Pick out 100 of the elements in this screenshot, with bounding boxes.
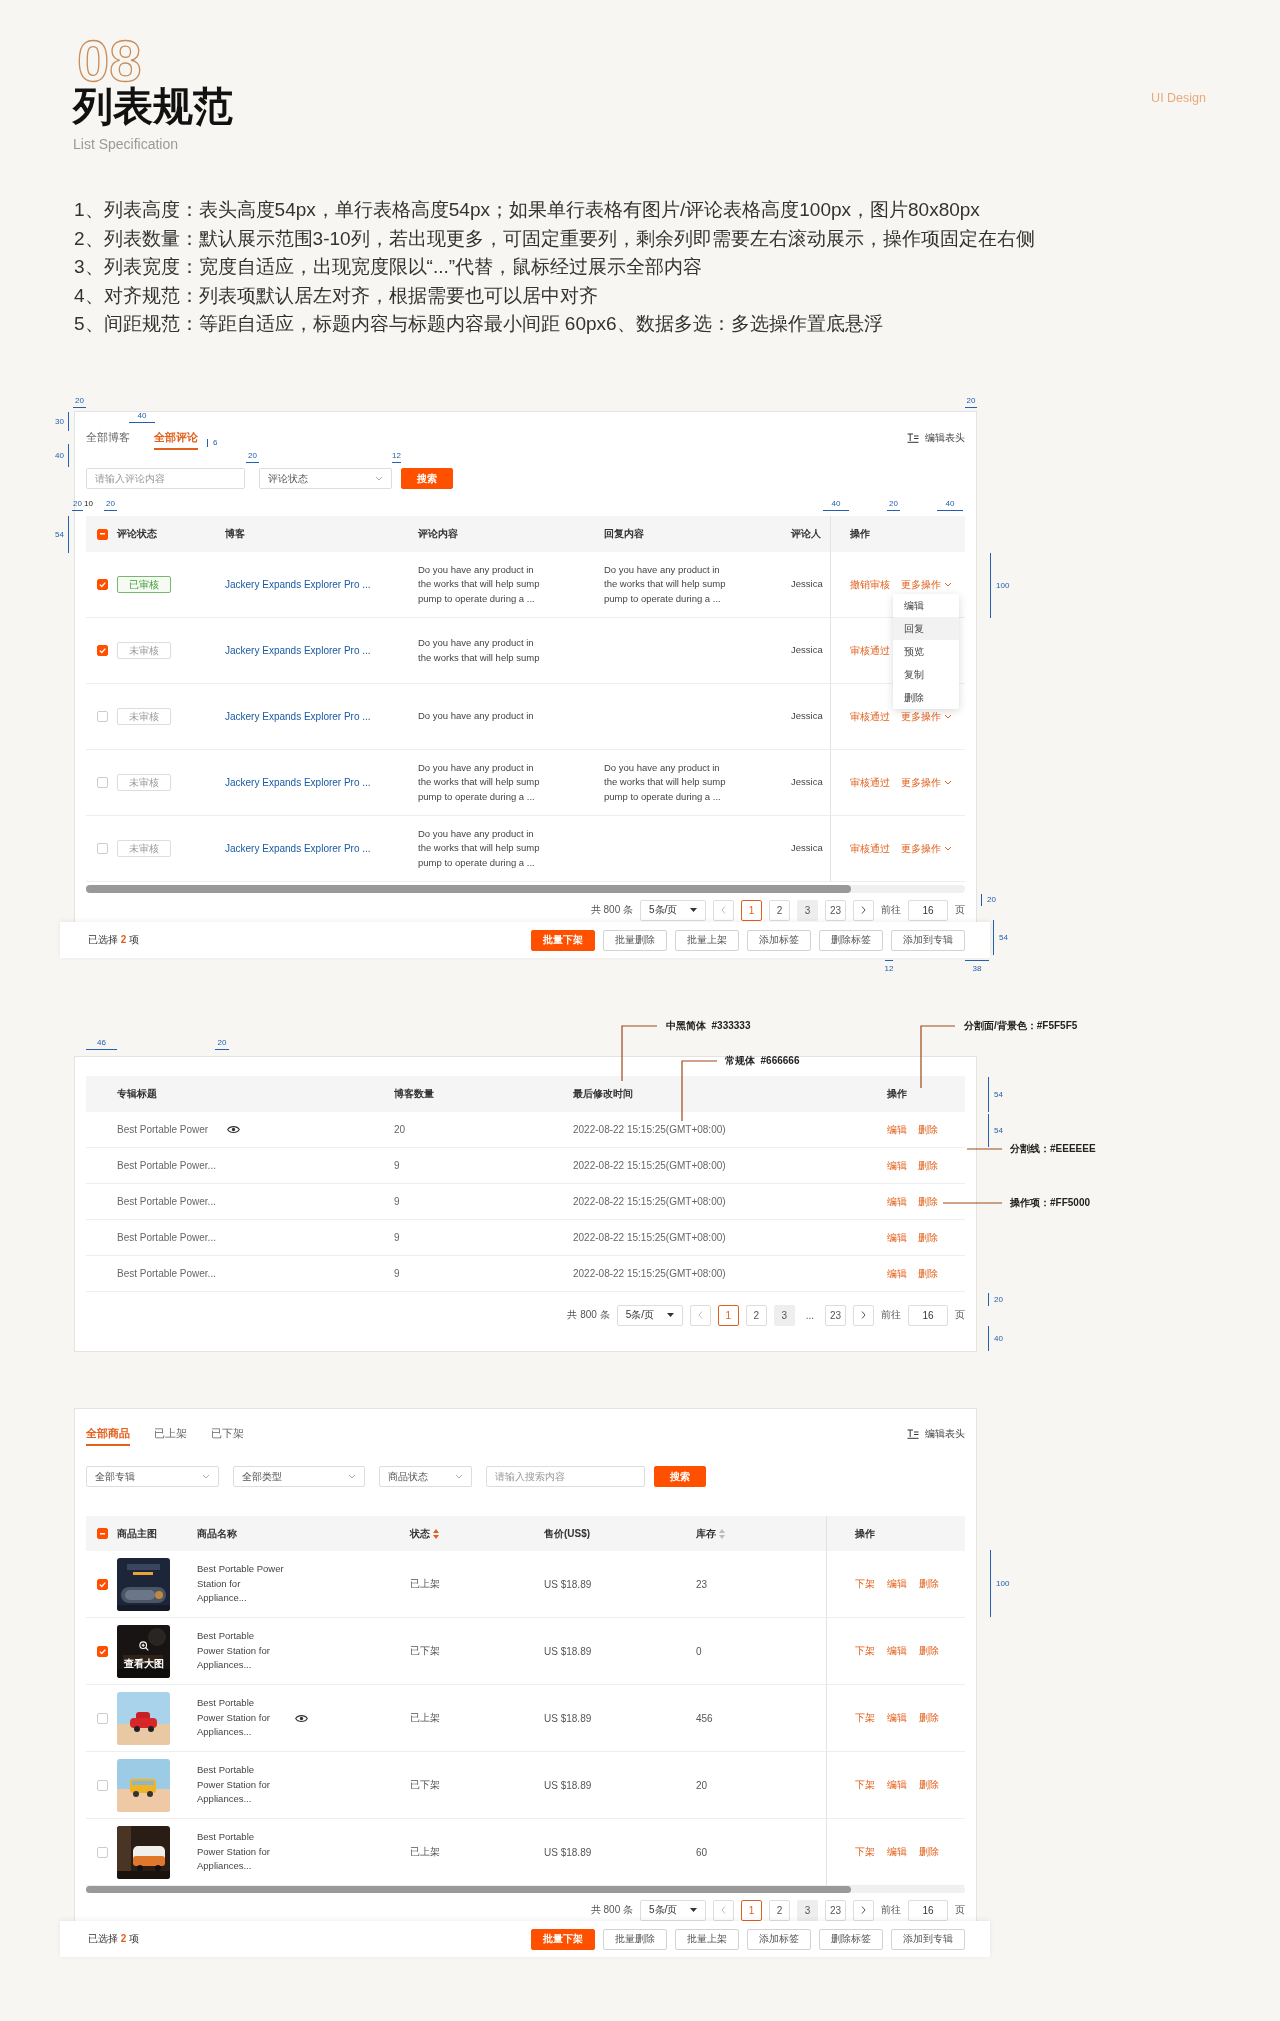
page-button[interactable]: 2: [769, 1899, 790, 1921]
action-link[interactable]: 撤销审核: [850, 577, 890, 592]
menu-item[interactable]: 回复: [893, 617, 959, 640]
search-field[interactable]: 请输入评论内容: [86, 468, 245, 489]
bulk-action-button[interactable]: 批量删除: [603, 1928, 667, 1950]
bulk-action-button[interactable]: 批量删除: [603, 929, 667, 951]
action-link[interactable]: 编辑: [887, 1577, 907, 1591]
next-page-button[interactable]: [853, 1304, 874, 1326]
page-button[interactable]: 23: [825, 1304, 846, 1326]
page-size-select[interactable]: 5条/页: [640, 1899, 706, 1921]
edit-columns-button[interactable]: 编辑表头: [907, 431, 965, 445]
previous-page-button[interactable]: [713, 1899, 734, 1921]
menu-item[interactable]: 复制: [893, 663, 959, 686]
checkbox[interactable]: [97, 1846, 108, 1858]
action-link[interactable]: 下架: [855, 1644, 875, 1658]
filter-select[interactable]: 全部专辑: [86, 1466, 219, 1487]
page-input[interactable]: 16: [908, 1899, 948, 1921]
action-link[interactable]: 删除: [919, 1644, 939, 1658]
filter-select[interactable]: 全部类型: [233, 1466, 365, 1487]
action-link[interactable]: 审核通过: [850, 709, 890, 724]
page-button[interactable]: 1: [741, 899, 762, 921]
bulk-action-button[interactable]: 添加标签: [747, 929, 811, 951]
bulk-action-button[interactable]: 添加到专辑: [891, 929, 965, 951]
checkbox[interactable]: [97, 1712, 108, 1724]
bulk-action-button[interactable]: 删除标签: [819, 1928, 883, 1950]
blog-link[interactable]: Jackery Expands Explorer Pro ...: [225, 579, 371, 590]
bulk-action-button[interactable]: 添加到专辑: [891, 1928, 965, 1950]
next-page-button[interactable]: [853, 899, 874, 921]
menu-item[interactable]: 预览: [893, 640, 959, 663]
action-link[interactable]: 编辑: [887, 1122, 907, 1137]
status-select[interactable]: 评论状态: [259, 468, 392, 489]
eye-icon[interactable]: [295, 1713, 308, 1723]
blog-link[interactable]: Jackery Expands Explorer Pro ...: [225, 777, 371, 788]
next-page-button[interactable]: [853, 1899, 874, 1921]
action-link[interactable]: 删除: [918, 1194, 938, 1209]
action-link[interactable]: 删除: [919, 1577, 939, 1591]
bulk-action-button[interactable]: 添加标签: [747, 1928, 811, 1950]
page-button[interactable]: 23: [825, 1899, 846, 1921]
filter-select[interactable]: 商品状态: [379, 1466, 472, 1487]
page-button[interactable]: 2: [745, 1304, 767, 1326]
checkbox[interactable]: [97, 528, 108, 540]
action-link[interactable]: 删除: [918, 1266, 938, 1281]
page-button[interactable]: 3: [797, 899, 818, 921]
checkbox[interactable]: [97, 1578, 108, 1590]
page-button[interactable]: 23: [825, 899, 846, 921]
tab[interactable]: 已上架: [154, 1422, 187, 1446]
action-link[interactable]: 编辑: [887, 1711, 907, 1725]
checkbox[interactable]: [97, 579, 108, 590]
page-button[interactable]: 2: [769, 899, 790, 921]
previous-page-button[interactable]: [689, 1304, 711, 1326]
blog-link[interactable]: Jackery Expands Explorer Pro ...: [225, 843, 371, 854]
action-link[interactable]: 编辑: [887, 1845, 907, 1859]
checkbox[interactable]: [97, 843, 108, 854]
action-link[interactable]: 下架: [855, 1845, 875, 1859]
page-input[interactable]: 16: [908, 1304, 948, 1326]
page-input[interactable]: 16: [908, 899, 948, 921]
checkbox[interactable]: [97, 711, 108, 722]
bulk-action-button[interactable]: 批量上架: [675, 929, 739, 951]
blog-link[interactable]: Jackery Expands Explorer Pro ...: [225, 645, 371, 656]
action-link[interactable]: 删除: [918, 1230, 938, 1245]
action-link[interactable]: 删除: [919, 1778, 939, 1792]
page-button[interactable]: 1: [741, 1899, 762, 1921]
checkbox[interactable]: [97, 645, 108, 656]
action-link[interactable]: 编辑: [887, 1158, 907, 1173]
action-link[interactable]: 下架: [855, 1577, 875, 1591]
action-link[interactable]: 审核通过: [850, 775, 890, 790]
action-link[interactable]: 下架: [855, 1778, 875, 1792]
edit-columns-button[interactable]: 编辑表头: [907, 1427, 965, 1441]
previous-page-button[interactable]: [713, 899, 734, 921]
view-large-button[interactable]: 查看大图: [117, 1624, 170, 1678]
action-link[interactable]: 编辑: [887, 1778, 907, 1792]
page-size-select[interactable]: 5条/页: [616, 1304, 683, 1326]
search-field[interactable]: 请输入搜索内容: [486, 1466, 645, 1487]
checkbox[interactable]: [97, 1645, 108, 1657]
sort-icon[interactable]: [433, 1528, 439, 1539]
page-button[interactable]: 1: [717, 1304, 739, 1326]
more-actions-button[interactable]: 更多操作: [901, 709, 952, 724]
bulk-action-button[interactable]: 删除标签: [819, 929, 883, 951]
action-link[interactable]: 编辑: [887, 1266, 907, 1281]
tab[interactable]: 全部博客: [86, 426, 130, 450]
checkbox[interactable]: [97, 1528, 108, 1539]
checkbox[interactable]: [97, 1779, 108, 1791]
bulk-action-button[interactable]: 批量下架: [531, 929, 595, 951]
action-link[interactable]: 删除: [919, 1711, 939, 1725]
action-link[interactable]: 下架: [855, 1711, 875, 1725]
search-button[interactable]: 搜索: [654, 1466, 706, 1487]
sort-icon[interactable]: [719, 1528, 725, 1539]
action-link[interactable]: 编辑: [887, 1194, 907, 1209]
page-button[interactable]: 3: [773, 1304, 795, 1326]
tab[interactable]: 全部商品: [86, 1422, 130, 1446]
action-link[interactable]: 编辑: [887, 1644, 907, 1658]
action-link[interactable]: 删除: [919, 1845, 939, 1859]
page-size-select[interactable]: 5条/页: [640, 899, 706, 921]
action-link[interactable]: 审核通过: [850, 841, 890, 856]
blog-link[interactable]: Jackery Expands Explorer Pro ...: [225, 711, 371, 722]
menu-item[interactable]: 删除: [893, 686, 959, 709]
menu-item[interactable]: 编辑: [893, 594, 959, 617]
tab[interactable]: 已下架: [211, 1422, 244, 1446]
action-link[interactable]: 审核通过: [850, 643, 890, 658]
tab[interactable]: 全部评论: [154, 426, 198, 450]
